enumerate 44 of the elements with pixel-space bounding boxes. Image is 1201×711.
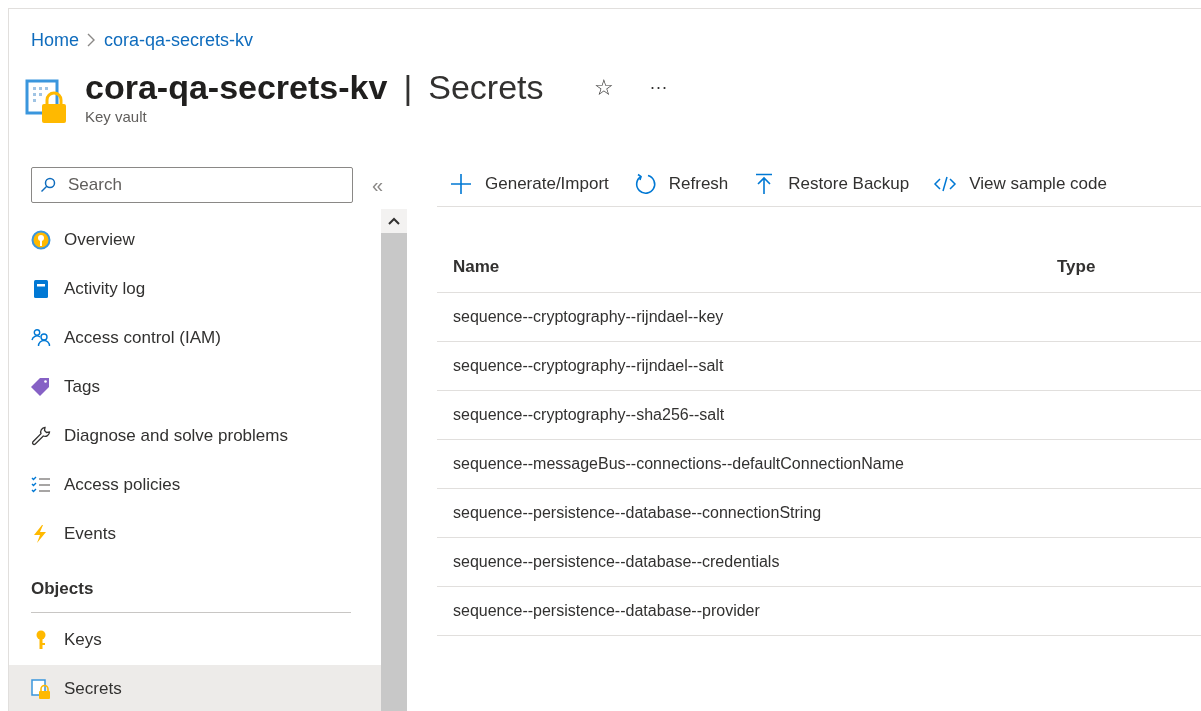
column-header[interactable]: Name xyxy=(437,253,1057,280)
table-cell-text: sequence--messageBus--connections--defaultConnectionName xyxy=(452,454,905,474)
table-cell-text: sequence--persistence--database--credentials xyxy=(452,552,781,572)
breadcrumb-link[interactable]: cora-qa-secrets-kv xyxy=(104,26,254,54)
menu-item[interactable]: Tags xyxy=(9,362,381,411)
breadcrumb-link[interactable]: Home xyxy=(31,26,79,54)
page-title: Secrets xyxy=(428,69,544,107)
favorite-button[interactable]: ☆ xyxy=(583,71,624,105)
resource-name: cora-qa-secrets-kv xyxy=(85,69,388,107)
wrench-icon xyxy=(31,425,51,446)
plus-icon xyxy=(449,172,473,195)
scroll-up-icon[interactable] xyxy=(388,217,400,225)
scrollbar[interactable] xyxy=(381,209,407,711)
menu-item[interactable]: Access policies xyxy=(9,460,381,509)
toolbar-button[interactable]: View sample code xyxy=(933,170,1107,197)
chevron-icon xyxy=(87,33,96,47)
table-cell-text: sequence--cryptography--rijndael--salt xyxy=(452,356,725,376)
table-cell-text: sequence--persistence--database--provider xyxy=(452,601,761,621)
toolbar-button[interactable]: Generate/Import xyxy=(449,170,609,197)
menu-item[interactable]: Access control (IAM) xyxy=(9,313,381,362)
key-vault-icon xyxy=(31,679,51,699)
table-cell-text: sequence--cryptography--rijndael--key xyxy=(452,307,725,327)
people-icon xyxy=(31,327,51,348)
tag-icon xyxy=(31,376,51,397)
table-cell-text: sequence--cryptography--sha256--salt xyxy=(452,405,726,425)
menu-item[interactable]: Secrets xyxy=(9,664,381,711)
more-button[interactable]: ··· xyxy=(639,74,678,102)
table-cell-text: sequence--persistence--database--connectionString xyxy=(452,503,823,523)
resource-type: Key vault xyxy=(85,107,148,128)
collapse-button[interactable]: « xyxy=(366,169,390,201)
menu-item[interactable]: Diagnose and solve problems xyxy=(9,411,381,460)
book-icon xyxy=(31,278,51,299)
menu-item[interactable]: Events xyxy=(9,509,381,558)
toolbar-button[interactable]: Restore Backup xyxy=(752,170,910,197)
menu-item[interactable]: Overview xyxy=(9,215,381,264)
column-header[interactable]: Type xyxy=(1057,253,1096,280)
menu-item[interactable]: Keys xyxy=(9,615,381,665)
title-separator: | xyxy=(403,69,413,107)
checklist-icon xyxy=(31,474,51,495)
search-field[interactable]: Search xyxy=(31,167,353,203)
overview-icon xyxy=(31,229,51,250)
toolbar-button[interactable]: Refresh xyxy=(632,170,729,197)
section-heading: Objects xyxy=(31,576,351,613)
menu-item[interactable]: Activity log xyxy=(9,264,381,313)
